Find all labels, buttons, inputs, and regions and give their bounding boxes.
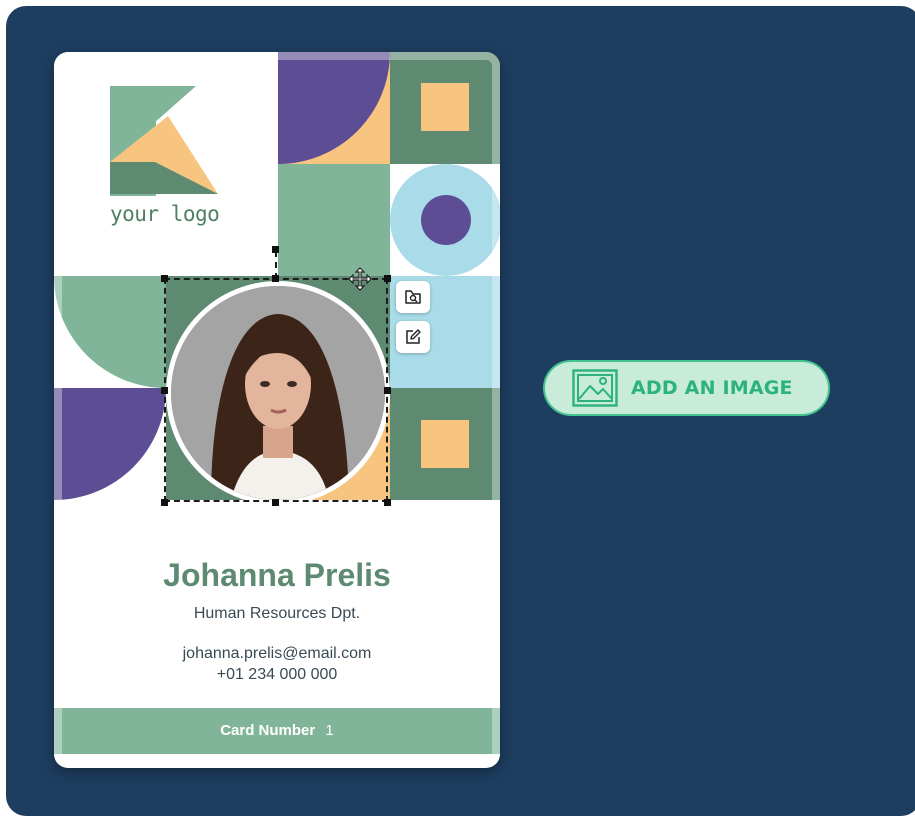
- add-image-label: ADD AN IMAGE: [631, 377, 793, 399]
- card-number-value: 1: [325, 722, 334, 739]
- employee-phone: +01 234 000 000: [216, 666, 338, 683]
- card-footer: Card Number 1: [54, 708, 500, 754]
- edit-icon: [406, 329, 421, 344]
- pattern-purple-quarter: [278, 52, 390, 164]
- resize-handle-bottom-left[interactable]: [161, 499, 168, 506]
- resize-handle-bottom[interactable]: [272, 499, 279, 506]
- resize-handle-bottom-right[interactable]: [384, 499, 391, 506]
- resize-handle-top[interactable]: [272, 275, 279, 282]
- logo-icon: [110, 86, 218, 196]
- edit-image-button[interactable]: [396, 321, 430, 353]
- employee-name: Johanna Prelis: [163, 557, 391, 593]
- rotate-handle[interactable]: [272, 246, 279, 253]
- replace-image-icon: [405, 290, 421, 304]
- pattern-green-square: [278, 164, 390, 276]
- resize-handle-right[interactable]: [384, 387, 391, 394]
- pattern-square-top: [390, 52, 500, 164]
- pattern-purple-half: [54, 388, 166, 500]
- card-number: Card Number 1: [54, 722, 500, 739]
- employee-department: Human Resources Dpt.: [193, 605, 361, 622]
- move-icon[interactable]: [348, 267, 372, 291]
- pattern-green-half: [54, 276, 166, 388]
- add-image-button[interactable]: ADD AN IMAGE: [543, 360, 830, 416]
- resize-handle-top-right[interactable]: [384, 275, 391, 282]
- card-number-label: Card Number: [220, 722, 316, 739]
- image-icon: [571, 369, 619, 407]
- selection-box[interactable]: [164, 278, 388, 502]
- employee-email: johanna.prelis@email.com: [182, 645, 372, 662]
- logo-text: your logo: [110, 202, 220, 226]
- pattern-ring: [390, 164, 500, 276]
- resize-handle-top-left[interactable]: [161, 275, 168, 282]
- resize-handle-left[interactable]: [161, 387, 168, 394]
- pattern-square-bottom: [390, 388, 500, 500]
- replace-image-button[interactable]: [396, 281, 430, 313]
